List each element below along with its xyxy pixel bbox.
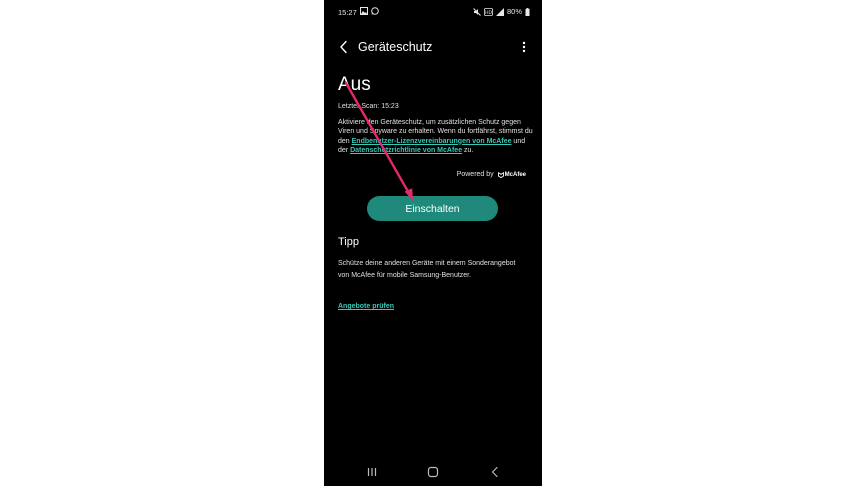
protection-description: Aktiviere den Geräteschutz, um zusätzlic… — [338, 118, 534, 156]
phone-screen: 15:27 HD 80% Geräteschutz Aus Letzter Sc… — [324, 0, 542, 486]
check-offers-link[interactable]: Angebote prüfen — [338, 303, 394, 310]
nav-back-button[interactable] — [488, 465, 502, 479]
privacy-policy-link[interactable]: Datenschutzrichtlinie von McAfee — [350, 147, 462, 154]
battery-icon — [525, 7, 530, 16]
svg-text:HD: HD — [485, 9, 492, 15]
signal-icon — [495, 7, 504, 16]
page-title: Geräteschutz — [358, 40, 433, 54]
tip-text: Schütze deine anderen Geräte mit einem S… — [338, 260, 516, 279]
status-time: 15:27 — [338, 8, 357, 17]
eula-link[interactable]: Endbenutzer-Lizenzvereinbarungen von McA… — [352, 138, 512, 145]
recents-icon — [365, 465, 379, 479]
more-vertical-icon — [520, 39, 528, 55]
powered-by: Powered by McAfee — [457, 171, 526, 178]
whatsapp-icon — [371, 7, 379, 15]
status-left-icons — [360, 7, 379, 15]
back-icon — [488, 465, 502, 479]
description-text-3: zu. — [462, 147, 474, 155]
mcafee-shield-icon — [497, 171, 504, 178]
status-right-icons: HD 80% — [473, 7, 530, 16]
hd-icon: HD — [484, 7, 493, 16]
navigation-bar — [324, 458, 542, 486]
tip-heading: Tipp — [338, 236, 359, 248]
recents-button[interactable] — [365, 465, 379, 479]
mute-icon — [473, 7, 481, 16]
status-bar: 15:27 HD 80% — [324, 0, 542, 22]
app-bar: Geräteschutz — [324, 34, 542, 60]
turn-on-button[interactable]: Einschalten — [367, 196, 498, 221]
back-button[interactable] — [336, 39, 352, 55]
protection-state: Aus — [338, 74, 371, 95]
home-icon — [426, 465, 440, 479]
chevron-left-icon — [336, 39, 352, 55]
mcafee-brand: McAfee — [504, 171, 526, 178]
mcafee-logo: McAfee — [497, 171, 526, 178]
image-icon — [360, 7, 368, 15]
more-options-button[interactable] — [520, 39, 528, 55]
last-scan-text: Letzter Scan: 15:23 — [338, 103, 399, 110]
home-button[interactable] — [426, 465, 440, 479]
powered-by-label: Powered by — [456, 171, 494, 178]
battery-level: 80% — [506, 7, 522, 16]
